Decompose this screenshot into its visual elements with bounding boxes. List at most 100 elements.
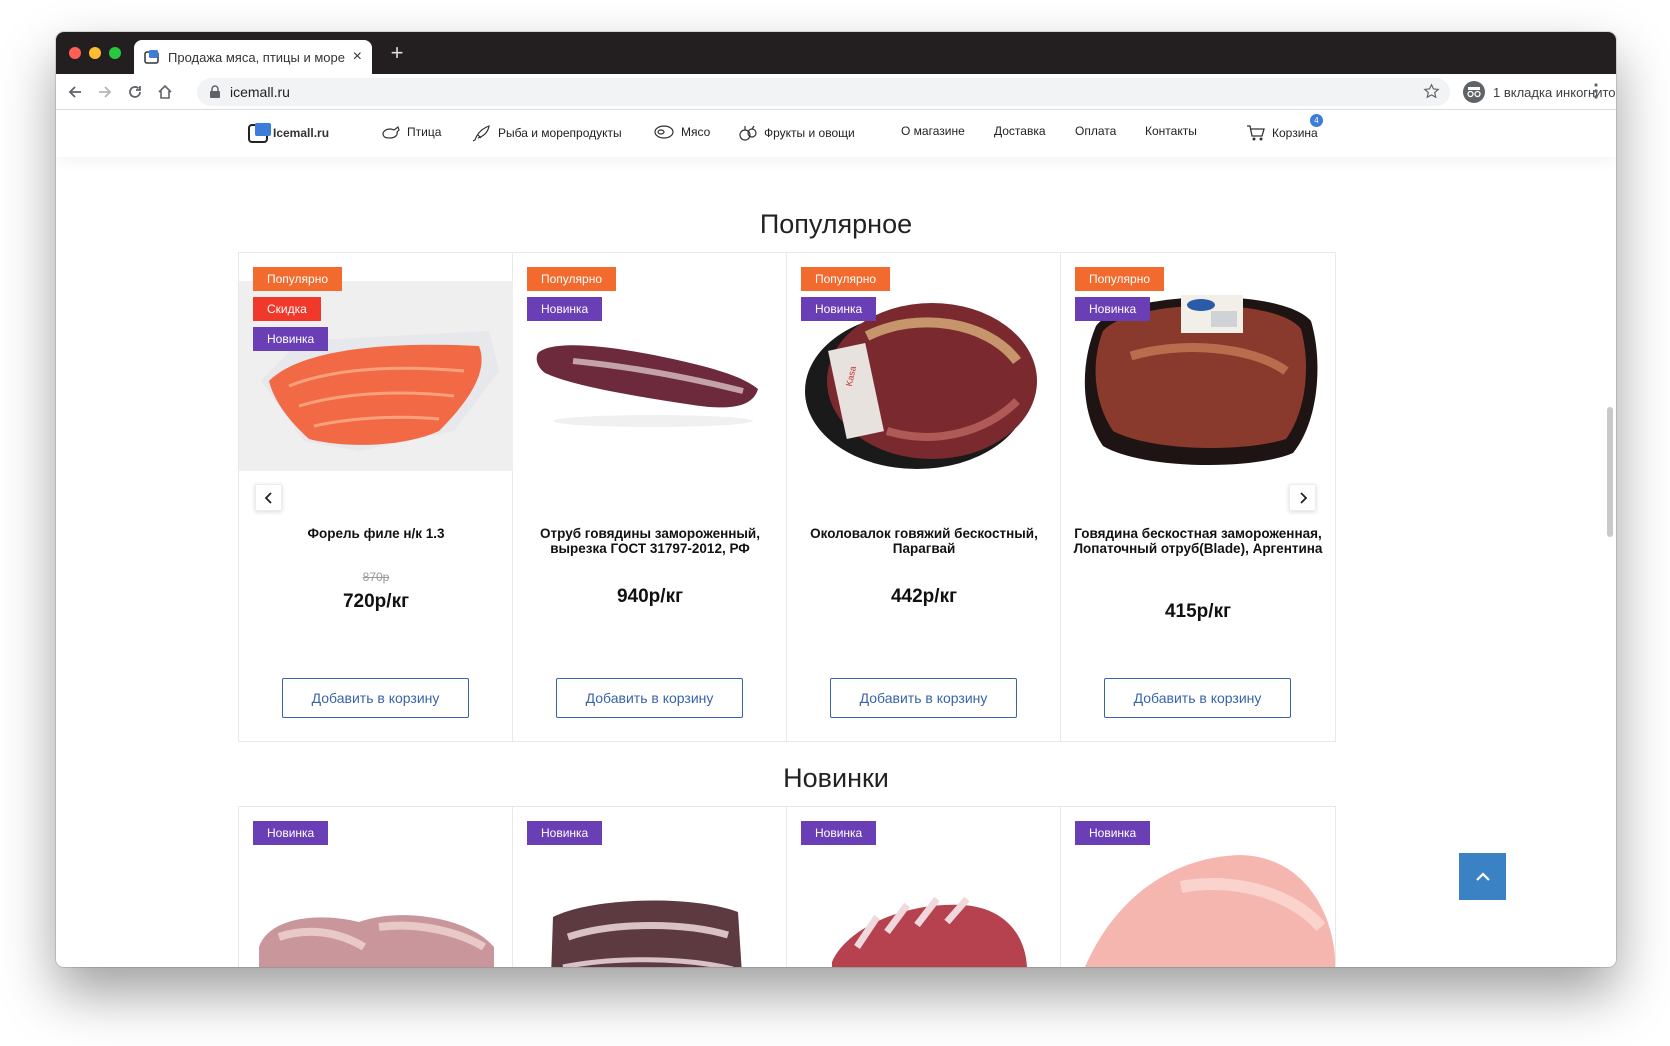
poultry-icon	[382, 126, 400, 139]
product-price: 720р/кг	[342, 591, 409, 612]
browser-menu-icon[interactable]	[1594, 83, 1598, 99]
product-image[interactable]	[1061, 847, 1335, 967]
product-old-price: 870р	[362, 570, 390, 584]
home-button[interactable]	[153, 81, 177, 103]
browser-tab[interactable]: Продажа мяса, птицы и море ×	[134, 40, 372, 74]
badge-new: Новинка	[1075, 297, 1151, 321]
tab-close-button[interactable]: ×	[353, 49, 362, 65]
window-controls	[69, 47, 121, 59]
nav-item-fish[interactable]: Рыба и морепродукты	[472, 124, 622, 142]
product-image[interactable]	[239, 877, 513, 967]
site-favicon-icon	[144, 50, 159, 64]
cart-count-badge: 4	[1310, 114, 1323, 127]
back-button[interactable]	[63, 81, 87, 103]
web-page: Icemall.ru Птица Рыба и морепродукты Мяс…	[56, 111, 1616, 967]
nav-item-label: Доставка	[994, 124, 1046, 138]
product-card: Популярно Новинка Говядина бескостная за…	[1061, 253, 1335, 741]
popular-section-title: Популярное	[759, 209, 913, 239]
carousel-prev-button[interactable]	[255, 484, 282, 511]
back-arrow-icon	[68, 86, 81, 98]
product-card: Популярно Новинка Kasa Околовалок говяжи…	[787, 253, 1061, 741]
fish-icon	[472, 125, 490, 142]
badge-group: Новинка	[801, 821, 877, 845]
badge-popular: Популярно	[253, 267, 343, 291]
badge-popular: Популярно	[801, 267, 891, 291]
site-logo[interactable]: Icemall.ru	[248, 122, 329, 144]
add-to-cart-button[interactable]: Добавить в корзину	[556, 678, 743, 718]
meat-icon	[654, 125, 674, 139]
product-name[interactable]: Форель филе н/к 1.3	[249, 526, 503, 541]
lock-icon	[210, 85, 220, 98]
nav-item-label: Мясо	[681, 125, 711, 139]
new-products-grid: Новинка Новинка Новинка Новинка	[238, 806, 1336, 967]
add-to-cart-button[interactable]: Добавить в корзину	[830, 678, 1017, 718]
product-card: Новинка	[239, 807, 513, 967]
carousel-next-button[interactable]	[1289, 484, 1316, 511]
product-name[interactable]: Говядина бескостная замороженная, Лопато…	[1071, 526, 1325, 556]
product-card: Популярно Новинка Отруб говядины заморож…	[513, 253, 787, 741]
nav-item-label: О магазине	[901, 124, 965, 138]
product-price: 940р/кг	[616, 586, 683, 607]
cart-icon	[1247, 125, 1265, 141]
add-to-cart-button[interactable]: Добавить в корзину	[1104, 678, 1291, 718]
nav-item-poultry[interactable]: Птица	[381, 124, 441, 140]
popular-products-grid: Популярно Скидка Новинка Форель филе н/к…	[238, 252, 1336, 742]
product-name[interactable]: Отруб говядины замороженный, вырезка ГОС…	[523, 526, 777, 556]
maximize-window-button[interactable]	[109, 47, 121, 59]
badge-new: Новинка	[801, 821, 877, 845]
badge-group: Популярно Новинка	[527, 267, 617, 321]
fruits-icon	[739, 125, 757, 141]
product-image[interactable]	[513, 877, 787, 967]
badge-group: Новинка	[527, 821, 603, 845]
badge-popular: Популярно	[527, 267, 617, 291]
nav-item-label: Фрукты и овощи	[764, 126, 855, 140]
bookmark-star-icon[interactable]	[1423, 83, 1440, 100]
cart-link[interactable]: Корзина	[1246, 124, 1318, 142]
badge-new: Новинка	[253, 327, 329, 351]
nav-item-delivery[interactable]: Доставка	[994, 124, 1046, 138]
address-bar[interactable]: icemall.ru	[197, 78, 1450, 106]
page-scrollbar[interactable]	[1607, 407, 1613, 537]
browser-toolbar: icemall.ru 1 вкладка инкогнито	[56, 74, 1616, 110]
nav-item-label: Контакты	[1145, 124, 1197, 138]
badge-group: Новинка	[1075, 821, 1151, 845]
logo-icon	[248, 123, 271, 143]
home-icon	[158, 84, 172, 99]
forward-arrow-icon	[99, 86, 112, 98]
nav-item-payment[interactable]: Оплата	[1075, 124, 1116, 138]
scroll-to-top-button[interactable]	[1459, 853, 1506, 900]
badge-group: Новинка	[253, 821, 329, 845]
nav-item-about[interactable]: О магазине	[901, 124, 965, 138]
logo-text: Icemall.ru	[273, 126, 330, 140]
product-image[interactable]	[787, 877, 1061, 967]
chevron-right-icon	[1299, 491, 1307, 504]
browser-window: Продажа мяса, птицы и море × + icemall.r…	[56, 32, 1616, 967]
nav-item-contacts[interactable]: Контакты	[1145, 124, 1197, 138]
url-text: icemall.ru	[230, 84, 290, 100]
badge-new: Новинка	[1075, 821, 1151, 845]
chevron-up-icon	[1475, 871, 1490, 881]
nav-item-label: Оплата	[1075, 124, 1117, 138]
nav-item-label: Рыба и морепродукты	[498, 126, 622, 140]
chevron-left-icon	[264, 491, 272, 504]
nav-item-meat[interactable]: Мясо	[653, 124, 710, 140]
product-card: Новинка	[787, 807, 1061, 967]
nav-item-fruits[interactable]: Фрукты и овощи	[738, 124, 855, 142]
incognito-indicator[interactable]: 1 вкладка инкогнито	[1463, 78, 1616, 106]
product-price: 415р/кг	[1164, 601, 1231, 622]
product-card: Популярно Скидка Новинка Форель филе н/к…	[239, 253, 513, 741]
badge-sale: Скидка	[253, 297, 321, 321]
badge-group: Популярно Скидка Новинка	[253, 267, 343, 351]
new-tab-button[interactable]: +	[384, 40, 410, 66]
reload-button[interactable]	[123, 81, 147, 103]
tab-title: Продажа мяса, птицы и море	[168, 49, 345, 65]
add-to-cart-button[interactable]: Добавить в корзину	[282, 678, 469, 718]
new-section-title: Новинки	[783, 763, 889, 793]
minimize-window-button[interactable]	[89, 47, 101, 59]
cart-label: Корзина	[1272, 126, 1318, 140]
forward-button[interactable]	[93, 81, 117, 103]
badge-new: Новинка	[801, 297, 877, 321]
badge-popular: Популярно	[1075, 267, 1165, 291]
close-window-button[interactable]	[69, 47, 81, 59]
product-name[interactable]: Околовалок говяжий бескостный, Парагвай	[797, 526, 1051, 556]
